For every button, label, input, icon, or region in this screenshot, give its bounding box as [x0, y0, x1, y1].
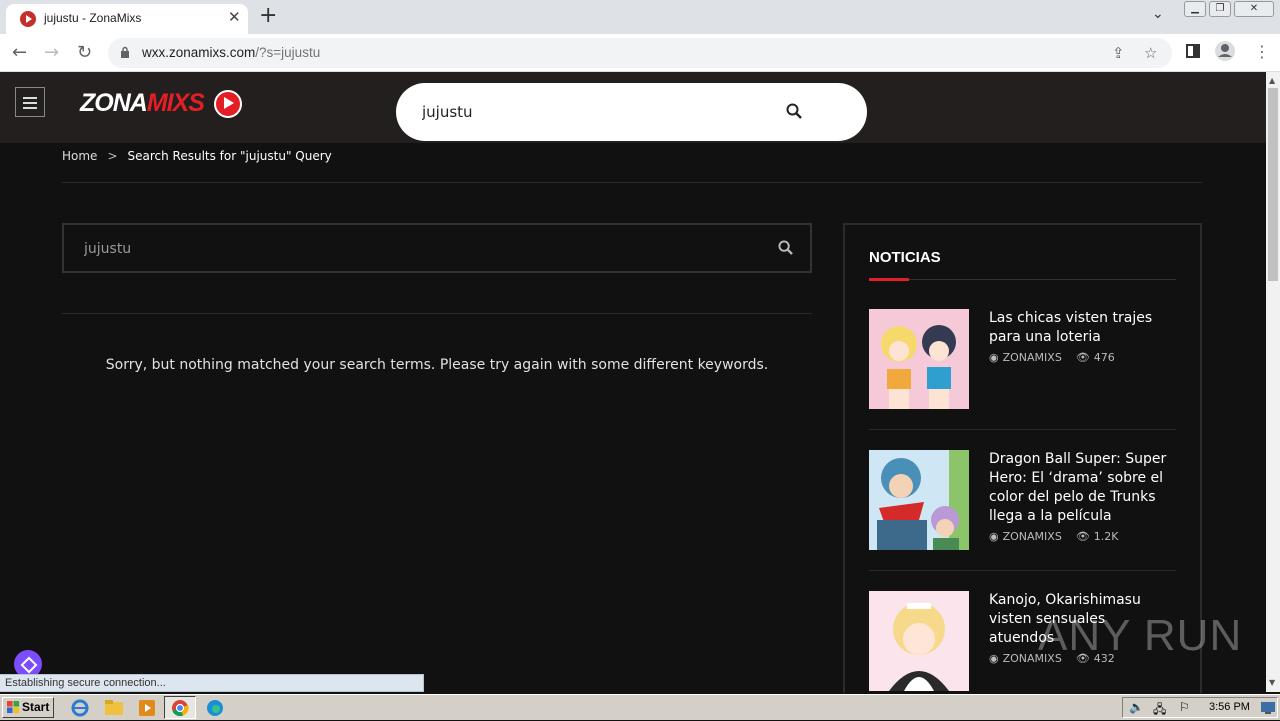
- reload-icon[interactable]: ↻: [77, 42, 92, 63]
- media-player-icon[interactable]: [136, 698, 158, 718]
- breadcrumb-current: Search Results for "jujustu" Query: [127, 149, 332, 163]
- user-circle-icon: ◉: [989, 530, 999, 543]
- new-tab-icon[interactable]: +: [259, 3, 277, 28]
- user-circle-icon: ◉: [989, 351, 999, 364]
- back-arrow-icon[interactable]: ←: [12, 42, 27, 63]
- internet-explorer-icon[interactable]: [69, 698, 91, 718]
- scroll-down-arrow-icon[interactable]: ▼: [1269, 678, 1275, 687]
- lock-icon: [121, 46, 129, 58]
- title-accent-bar: [869, 278, 909, 281]
- post-author[interactable]: ZONAMIXS: [1003, 530, 1062, 543]
- address-bar[interactable]: wxx.zonamixs.com/?s=jujustu ⇪ ☆: [108, 38, 1172, 68]
- eye-icon: 👁: [1075, 351, 1090, 364]
- post-meta: ◉ ZONAMIXS 👁 476: [989, 351, 1115, 364]
- post-author[interactable]: ZONAMIXS: [1003, 351, 1062, 364]
- sidebar-title: NOTICIAS: [869, 249, 941, 266]
- post-title[interactable]: Dragon Ball Super: Super Hero: El ‘drama…: [989, 450, 1174, 526]
- windows-flag-icon: [7, 701, 20, 714]
- search-icon[interactable]: [778, 240, 793, 255]
- divider: [869, 279, 1176, 280]
- start-button[interactable]: Start: [2, 697, 54, 718]
- header-search-input[interactable]: [422, 99, 762, 125]
- post-title[interactable]: Las chicas visten trajes para una loteri…: [989, 309, 1174, 347]
- close-tab-icon[interactable]: ✕: [228, 8, 241, 26]
- browser-status-bubble: Establishing secure connection...: [0, 674, 424, 692]
- minimize-window-button[interactable]: ▁: [1184, 1, 1206, 17]
- breadcrumb-separator: >: [107, 149, 118, 163]
- divider: [62, 313, 812, 314]
- user-circle-icon: ◉: [989, 652, 999, 665]
- side-panel-icon[interactable]: [1186, 44, 1200, 58]
- post-views: 1.2K: [1093, 530, 1119, 543]
- forward-arrow-icon[interactable]: →: [44, 42, 59, 63]
- eye-icon: 👁: [1075, 530, 1090, 543]
- file-explorer-icon[interactable]: [103, 698, 125, 718]
- edge-icon[interactable]: [204, 698, 226, 718]
- page-scrollbar[interactable]: ▲ ▼: [1266, 72, 1280, 692]
- youtube-favicon-icon: [20, 11, 36, 27]
- chrome-taskbar-button[interactable]: [164, 696, 196, 719]
- header-search-box: [396, 83, 867, 141]
- volume-icon[interactable]: 🔈: [1129, 700, 1144, 714]
- anyrun-watermark: ANY RUN: [1038, 611, 1243, 660]
- tab-title: jujustu - ZonaMixs: [44, 11, 142, 25]
- no-results-message: Sorry, but nothing matched your search t…: [105, 357, 769, 373]
- main-search-box: [62, 223, 812, 273]
- windows-taskbar: Start 🔈 🖧 ⚐ 3:56 PM: [0, 694, 1280, 720]
- bookmark-star-icon[interactable]: ☆: [1144, 44, 1157, 62]
- profile-avatar-icon[interactable]: [1214, 40, 1236, 62]
- divider: [869, 570, 1176, 571]
- close-window-button[interactable]: ✕: [1234, 1, 1274, 17]
- network-icon[interactable]: 🖧: [1153, 700, 1166, 721]
- browser-tab[interactable]: jujustu - ZonaMixs ✕: [6, 4, 248, 34]
- post-thumbnail[interactable]: [869, 309, 969, 409]
- browser-tab-bar: jujustu - ZonaMixs ✕ + ⌄ ▁ ❐ ✕: [0, 0, 1280, 34]
- restore-window-button[interactable]: ❐: [1209, 1, 1231, 17]
- breadcrumb-home-link[interactable]: Home: [62, 149, 97, 163]
- chrome-icon: [172, 700, 189, 717]
- share-icon[interactable]: ⇪: [1112, 44, 1125, 62]
- hamburger-menu-button[interactable]: [15, 87, 45, 117]
- post-meta: ◉ ZONAMIXS 👁 1.2K: [989, 530, 1119, 543]
- start-label: Start: [22, 700, 50, 714]
- logo-play-icon: [214, 90, 242, 118]
- tab-search-chevron-icon[interactable]: ⌄: [1152, 6, 1164, 22]
- main-search-input[interactable]: [84, 237, 734, 261]
- post-thumbnail[interactable]: [869, 450, 969, 550]
- url-text: wxx.zonamixs.com/?s=jujustu: [142, 45, 321, 60]
- site-logo[interactable]: ZONAMIXS: [80, 89, 242, 119]
- show-desktop-icon[interactable]: [1261, 702, 1275, 714]
- site-header: ZONAMIXS: [0, 72, 1266, 143]
- divider: [62, 182, 1202, 183]
- post-views: 476: [1093, 351, 1115, 364]
- scrollbar-thumb[interactable]: [1268, 88, 1278, 281]
- breadcrumb: Home > Search Results for "jujustu" Query: [62, 149, 332, 163]
- clock[interactable]: 3:56 PM: [1209, 701, 1250, 713]
- action-center-flag-icon[interactable]: ⚐: [1179, 700, 1190, 714]
- browser-menu-icon[interactable]: ⋮: [1254, 42, 1270, 61]
- search-icon[interactable]: [786, 103, 802, 119]
- divider: [869, 429, 1176, 430]
- browser-toolbar: ← → ↻ wxx.zonamixs.com/?s=jujustu ⇪ ☆ ⋮: [0, 34, 1280, 72]
- post-thumbnail[interactable]: [869, 591, 969, 691]
- scroll-up-arrow-icon[interactable]: ▲: [1269, 76, 1275, 85]
- system-tray: 🔈 🖧 ⚐ 3:56 PM: [1122, 697, 1278, 718]
